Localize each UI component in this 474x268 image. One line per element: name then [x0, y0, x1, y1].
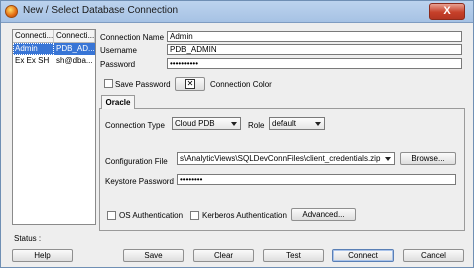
connection-details-cell: sh@dba...	[56, 56, 93, 65]
column-header-connection-details[interactable]: Connecti...	[54, 30, 95, 42]
status-label: Status :	[14, 234, 42, 243]
connection-color-label: Connection Color	[210, 80, 272, 89]
os-authentication-checkbox[interactable]	[107, 211, 116, 220]
username-input[interactable]: PDB_ADMIN	[167, 44, 462, 55]
connection-row-ex-ex-sh[interactable]: Ex Ex SH sh@dba...	[13, 55, 95, 67]
password-input[interactable]: ••••••••••	[167, 58, 462, 69]
connection-name-input[interactable]: Admin	[167, 31, 462, 42]
test-button[interactable]: Test	[263, 249, 324, 262]
advanced-button[interactable]: Advanced...	[291, 208, 356, 221]
connections-table-header: Connecti... Connecti...	[13, 30, 95, 43]
username-label: Username	[100, 46, 137, 55]
clear-button[interactable]: Clear	[193, 249, 254, 262]
keystore-password-input[interactable]: ••••••••	[177, 174, 456, 185]
cancel-button[interactable]: Cancel	[403, 249, 464, 262]
chevron-down-icon	[315, 122, 321, 126]
dialog-window: New / Select Database Connection X Conne…	[0, 0, 474, 268]
connections-table[interactable]: Connecti... Connecti... Admin PDB_AD... …	[12, 29, 96, 225]
connection-details-cell: PDB_AD...	[56, 44, 95, 53]
role-value: default	[272, 119, 297, 128]
tab-oracle[interactable]: Oracle	[101, 95, 135, 109]
column-header-connection-name[interactable]: Connecti...	[13, 30, 54, 42]
save-password-checkbox[interactable]	[104, 79, 113, 88]
chevron-down-icon	[231, 122, 237, 126]
connection-color-button[interactable]: ✕	[175, 77, 205, 91]
save-button[interactable]: Save	[123, 249, 184, 262]
connection-type-select[interactable]: Cloud PDB	[172, 117, 241, 130]
kerberos-authentication-label: Kerberos Authentication	[202, 211, 287, 220]
window-title: New / Select Database Connection	[23, 5, 179, 16]
configuration-file-label: Configuration File	[105, 157, 168, 166]
keystore-password-label: Keystore Password	[105, 177, 174, 186]
connection-row-admin[interactable]: Admin PDB_AD...	[13, 43, 95, 55]
title-bar[interactable]: New / Select Database Connection X	[1, 1, 473, 23]
os-authentication-label: OS Authentication	[119, 211, 184, 220]
browse-button[interactable]: Browse...	[400, 152, 456, 165]
color-swatch-none-icon: ✕	[185, 79, 195, 89]
save-password-label: Save Password	[115, 80, 171, 89]
connection-name-label: Connection Name	[100, 33, 165, 42]
configuration-file-value: s\AnalyticViews\SQLDevConnFiles\client_c…	[180, 154, 381, 163]
kerberos-authentication-checkbox[interactable]	[190, 211, 199, 220]
connection-type-value: Cloud PDB	[175, 119, 215, 128]
connection-type-label: Connection Type	[105, 121, 165, 130]
sql-developer-app-icon	[5, 5, 18, 18]
role-select[interactable]: default	[269, 117, 325, 130]
role-label: Role	[248, 121, 265, 130]
connection-name-cell: Admin	[13, 43, 54, 55]
close-button[interactable]: X	[429, 3, 465, 20]
chevron-down-icon	[385, 157, 391, 161]
configuration-file-combo[interactable]: s\AnalyticViews\SQLDevConnFiles\client_c…	[177, 152, 395, 165]
connection-name-cell: Ex Ex SH	[15, 56, 50, 65]
help-button[interactable]: Help	[12, 249, 73, 262]
connect-button[interactable]: Connect	[332, 249, 394, 262]
password-label: Password	[100, 60, 136, 69]
